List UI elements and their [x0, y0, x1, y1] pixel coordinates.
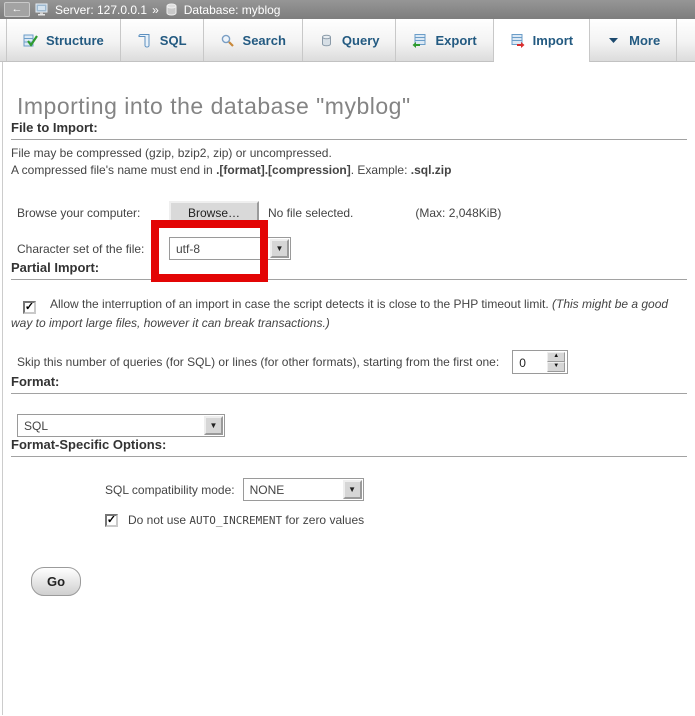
max-size-text: (Max: 2,048KiB): [415, 206, 501, 220]
compression-note-line1: File may be compressed (gzip, bzip2, zip…: [11, 146, 689, 161]
browse-row: Browse your computer: Browse… No file se…: [17, 201, 689, 224]
spinner-buttons: ▲ ▼: [547, 352, 565, 372]
import-icon: [510, 33, 525, 48]
skip-queries-row: Skip this number of queries (for SQL) or…: [17, 350, 689, 374]
allow-interruption-text: Allow the interruption of an import in c…: [50, 297, 552, 311]
search-icon: [220, 33, 235, 48]
go-button[interactable]: Go: [31, 567, 81, 596]
sql-icon: [137, 33, 152, 48]
dropdown-arrow-icon: ▼: [270, 239, 289, 258]
allow-interruption-checkbox[interactable]: ✓: [23, 301, 36, 314]
no-file-selected-text: No file selected.: [268, 206, 353, 220]
note-format-pattern: .[format].[compression]: [216, 163, 351, 177]
note-mid: . Example:: [351, 163, 411, 177]
skip-queries-spinner: ▲ ▼: [512, 350, 568, 374]
page-title: Importing into the database "myblog": [17, 62, 689, 120]
breadcrumb-database[interactable]: Database: myblog: [184, 3, 281, 17]
query-icon: [319, 33, 334, 48]
format-select-value: SQL: [24, 419, 48, 433]
section-heading-format-specific: Format-Specific Options:: [11, 437, 687, 457]
main-content: Importing into the database "myblog" Fil…: [2, 62, 695, 715]
sql-compatibility-value: NONE: [250, 483, 285, 497]
dropdown-arrow-icon: ▼: [204, 416, 223, 435]
charset-label: Character set of the file:: [17, 242, 169, 256]
section-heading-format: Format:: [11, 374, 687, 394]
server-icon: [35, 2, 50, 17]
sql-compatibility-select[interactable]: NONE ▼: [243, 478, 364, 501]
tab-query[interactable]: Query: [303, 19, 397, 61]
database-icon: [164, 2, 179, 17]
auto-increment-row: ✓ Do not use AUTO_INCREMENT for zero val…: [105, 513, 689, 527]
auto-increment-suffix: for zero values: [282, 513, 364, 527]
sql-compatibility-label: SQL compatibility mode:: [105, 483, 235, 497]
tab-label: Export: [435, 33, 476, 48]
tab-bar: Structure SQL Search Query Export Import: [0, 19, 695, 62]
tab-label: SQL: [160, 33, 187, 48]
browse-button[interactable]: Browse…: [169, 201, 259, 224]
browse-label: Browse your computer:: [17, 206, 169, 220]
tab-label: Import: [533, 33, 573, 48]
tab-label: Structure: [46, 33, 104, 48]
auto-increment-code: AUTO_INCREMENT: [189, 514, 282, 527]
back-button[interactable]: ←: [4, 2, 30, 17]
allow-interruption-label: ✓ Allow the interruption of an import in …: [11, 295, 687, 333]
note-example: .sql.zip: [411, 163, 452, 177]
tabbar-filler: [677, 19, 695, 61]
charset-select-value: utf-8: [176, 242, 200, 256]
tab-label: Search: [243, 33, 286, 48]
auto-increment-text: Do not use AUTO_INCREMENT for zero value…: [128, 513, 364, 527]
sql-compatibility-row: SQL compatibility mode: NONE ▼: [105, 478, 689, 501]
structure-icon: [23, 33, 38, 48]
section-heading-partial-import: Partial Import:: [11, 260, 687, 280]
tab-sql[interactable]: SQL: [121, 19, 204, 61]
breadcrumb-server[interactable]: Server: 127.0.0.1: [55, 3, 147, 17]
format-select[interactable]: SQL ▼: [17, 414, 225, 437]
breadcrumb-bar: ← Server: 127.0.0.1 » Database: myblog: [0, 0, 695, 19]
tab-import[interactable]: Import: [494, 19, 590, 62]
breadcrumb-separator: »: [152, 3, 159, 17]
skip-queries-input[interactable]: [513, 351, 546, 373]
tab-more[interactable]: More: [590, 19, 677, 61]
charset-select[interactable]: utf-8 ▼: [169, 237, 291, 260]
chevron-down-icon: [606, 33, 621, 48]
dropdown-arrow-icon: ▼: [343, 480, 362, 499]
spinner-up-icon[interactable]: ▲: [547, 352, 565, 362]
tab-label: Query: [342, 33, 380, 48]
tab-export[interactable]: Export: [396, 19, 493, 61]
auto-increment-prefix: Do not use: [128, 513, 189, 527]
tab-label: More: [629, 33, 660, 48]
skip-queries-label: Skip this number of queries (for SQL) or…: [17, 355, 499, 369]
tab-search[interactable]: Search: [204, 19, 303, 61]
note-prefix: A compressed file's name must end in: [11, 163, 216, 177]
back-arrow-icon: ←: [12, 3, 23, 15]
charset-row: Character set of the file: utf-8 ▼: [17, 237, 689, 260]
auto-increment-checkbox[interactable]: ✓: [105, 514, 118, 527]
section-heading-file-to-import: File to Import:: [11, 120, 687, 140]
tab-structure[interactable]: Structure: [6, 19, 121, 61]
export-icon: [412, 33, 427, 48]
compression-note-line2: A compressed file's name must end in .[f…: [11, 163, 689, 178]
spinner-down-icon[interactable]: ▼: [547, 362, 565, 372]
